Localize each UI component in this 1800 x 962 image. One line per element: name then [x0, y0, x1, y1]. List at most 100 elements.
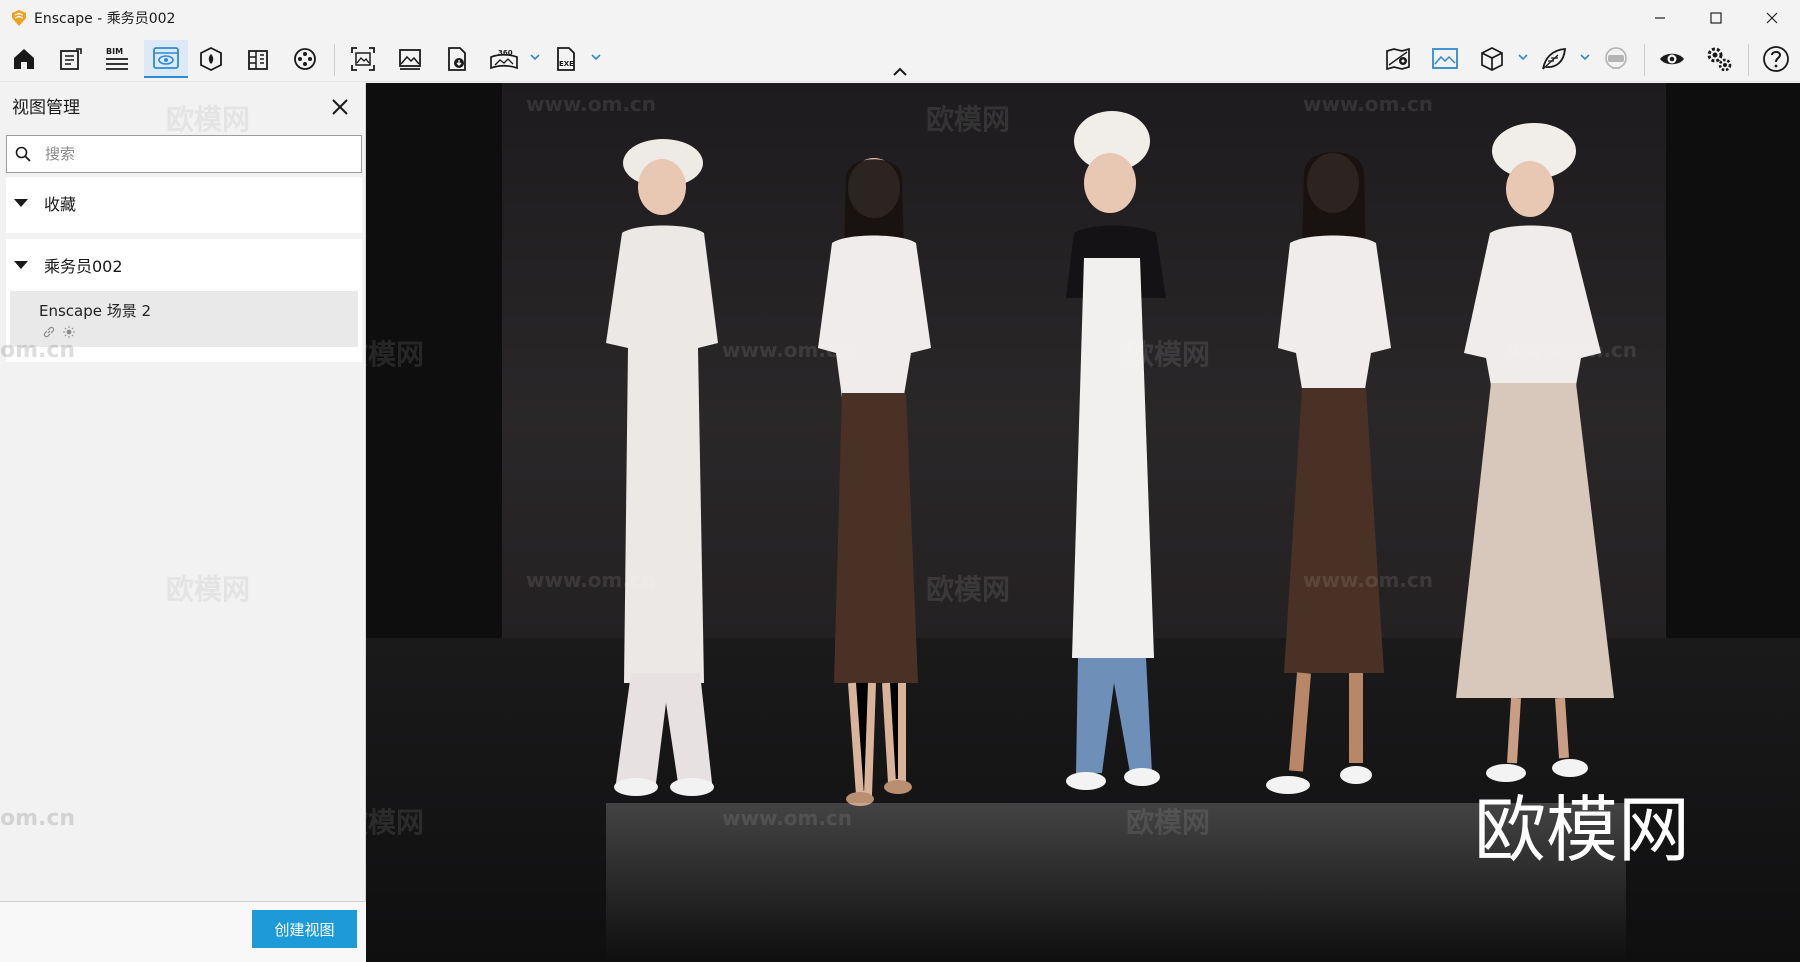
- leaf-button[interactable]: [1534, 40, 1574, 78]
- render-viewport[interactable]: www.om.cn 欧模网 www.om.cn 欧模网 www.om.cn 欧模…: [366, 83, 1800, 962]
- window-title: Enscape - 乘务员002: [34, 11, 176, 27]
- map-pin-icon: [1386, 47, 1410, 71]
- figure-chef-white: [606, 139, 718, 796]
- exe-export-icon: EXE: [557, 47, 575, 71]
- help-icon: [1763, 46, 1789, 72]
- figure-cook-jeans: [1066, 111, 1166, 790]
- home-button[interactable]: [4, 40, 44, 78]
- document-export-icon: [448, 47, 466, 71]
- favorites-label: 收藏: [44, 195, 77, 214]
- image-render-button[interactable]: [390, 40, 430, 78]
- video-button[interactable]: [285, 40, 325, 78]
- cube-icon: [1481, 47, 1503, 71]
- search-field[interactable]: [6, 135, 362, 173]
- cube-button[interactable]: [1472, 40, 1512, 78]
- scene-group-label: 乘务员002: [44, 257, 123, 276]
- building-icon: [248, 50, 268, 70]
- watermark-brand: 欧模网: [1126, 338, 1211, 371]
- image-render-icon: [399, 49, 421, 70]
- exe-export-button[interactable]: EXE: [546, 40, 586, 78]
- svg-text:EXE: EXE: [559, 60, 574, 68]
- screenshot-icon: [351, 47, 375, 71]
- expand-triangle-icon: [14, 261, 28, 269]
- link-icon: [43, 326, 55, 338]
- close-icon: [1766, 12, 1778, 24]
- favorites-header[interactable]: 收藏: [6, 177, 362, 229]
- minimize-icon: [1655, 17, 1665, 19]
- collapse-toolbar-chevron-icon[interactable]: [892, 66, 908, 78]
- vr-headset-icon: [1605, 47, 1627, 69]
- bim-button[interactable]: BIM: [97, 40, 137, 78]
- view-item-name: Enscape 场景 2: [39, 302, 152, 320]
- document-export-button[interactable]: [437, 40, 477, 78]
- panorama-360-icon: 360: [490, 49, 518, 70]
- home-icon: [14, 49, 34, 69]
- close-panel-icon[interactable]: [328, 95, 352, 119]
- map-button[interactable]: [1378, 40, 1418, 78]
- panel-watermark-text: om.cn: [0, 806, 76, 831]
- title-bar: Enscape - 乘务员002: [0, 0, 1800, 36]
- watermark-url: www.om.cn: [1303, 92, 1434, 116]
- visibility-button[interactable]: [1652, 40, 1692, 78]
- figure-chef-beige-apron: [1456, 123, 1614, 782]
- screenshot-button[interactable]: [343, 40, 383, 78]
- watermark-url: www.om.cn: [526, 568, 657, 592]
- panel-footer: 创建视图: [0, 901, 366, 962]
- watermark-brand: 欧模网: [926, 573, 1011, 606]
- panel-watermark-brand: 欧模网: [166, 573, 251, 606]
- watermark-url: www.om.cn: [526, 92, 657, 116]
- vr-headset-button[interactable]: [1596, 40, 1636, 78]
- view-management-icon: [153, 47, 179, 69]
- sun-icon: [63, 326, 75, 338]
- bim-icon: BIM: [106, 47, 128, 70]
- notes-button[interactable]: [51, 40, 91, 78]
- settings-gears-icon: [1707, 47, 1732, 72]
- settings-button[interactable]: [1699, 40, 1739, 78]
- notes-icon: [60, 48, 82, 70]
- panel-watermark-text: om.cn: [0, 338, 76, 363]
- watermark-url: www.om.cn: [722, 806, 853, 830]
- maximize-icon: [1710, 12, 1722, 24]
- rendered-image-icon: [1432, 48, 1458, 69]
- panorama-360-button[interactable]: 360: [484, 40, 524, 78]
- svg-text:BIM: BIM: [106, 47, 123, 56]
- view-management-button[interactable]: [144, 40, 188, 78]
- leaf-icon: [1542, 48, 1566, 70]
- asset-library-icon: [200, 46, 222, 72]
- search-input[interactable]: [45, 145, 335, 163]
- toolbar-separator: [1644, 44, 1645, 76]
- building-button[interactable]: [238, 40, 278, 78]
- close-window-button[interactable]: [1744, 0, 1800, 36]
- toolbar-separator: [1748, 44, 1749, 76]
- watermark-url: www.om.cn: [1507, 338, 1638, 362]
- panel-watermark-brand: 欧模网: [166, 103, 251, 136]
- watermark-brand-large: 欧模网: [1474, 788, 1691, 872]
- watermark-url: www.om.cn: [1303, 568, 1434, 592]
- watermark-brand: 欧模网: [366, 338, 425, 371]
- minimize-button[interactable]: [1632, 0, 1688, 36]
- create-view-button[interactable]: 创建视图: [252, 910, 357, 948]
- maximize-button[interactable]: [1688, 0, 1744, 36]
- figure-server-brown-apron: [818, 158, 931, 806]
- cube-dropdown-chevron-icon[interactable]: [1516, 50, 1530, 64]
- scene-group-header[interactable]: 乘务员002: [6, 239, 362, 291]
- figure-server-brown-apron-2: [1266, 152, 1391, 794]
- view-management-panel: 视图管理 收藏 乘务员002 Enscape 场景 2: [0, 83, 366, 962]
- video-reel-icon: [294, 48, 316, 70]
- asset-library-button[interactable]: [191, 40, 231, 78]
- panorama-dropdown-chevron-icon[interactable]: [528, 50, 542, 64]
- watermark-brand: 欧模网: [926, 103, 1011, 136]
- watermark-brand: 欧模网: [1126, 806, 1211, 839]
- help-button[interactable]: [1756, 40, 1796, 78]
- panel-title: 视图管理: [12, 98, 80, 118]
- expand-triangle-icon: [14, 199, 28, 207]
- enscape-logo-icon: [12, 10, 26, 26]
- exe-dropdown-chevron-icon[interactable]: [589, 50, 603, 64]
- favorites-group: 收藏: [6, 177, 362, 233]
- search-icon: [15, 146, 31, 162]
- watermark-url: www.om.cn: [722, 338, 853, 362]
- leaf-dropdown-chevron-icon[interactable]: [1578, 50, 1592, 64]
- watermark-brand: 欧模网: [366, 806, 425, 839]
- toolbar-separator: [334, 44, 335, 76]
- rendered-image-button[interactable]: [1425, 40, 1465, 78]
